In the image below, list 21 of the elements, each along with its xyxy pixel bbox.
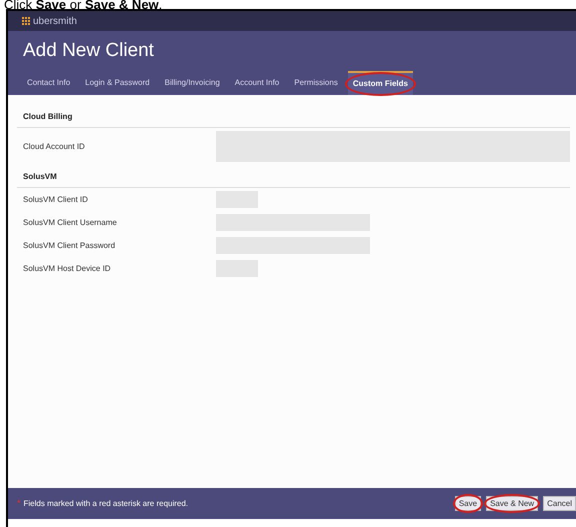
tab[interactable]: Login & Password (80, 71, 155, 95)
footer-button[interactable]: Cancel (543, 496, 576, 511)
tab[interactable]: Contact Info (22, 71, 76, 95)
logo-icon (22, 17, 30, 25)
tab[interactable]: Account Info (230, 71, 284, 95)
field-label: SolusVM Client Username (22, 216, 118, 228)
required-note: Fields marked with a red asterisk are required. (24, 498, 190, 510)
page-title: Add New Client (22, 38, 155, 63)
footer-button[interactable]: Save & New (486, 496, 538, 511)
field-label: SolusVM Client Password (22, 240, 116, 252)
section-heading: SolusVM (17, 171, 570, 188)
field-label: SolusVM Client ID (22, 194, 89, 206)
tab[interactable]: Custom Fields (348, 71, 413, 95)
tab[interactable]: Permissions (289, 71, 343, 95)
field-label: Cloud Account ID (22, 140, 86, 152)
section-heading: Cloud Billing (17, 111, 570, 128)
tab[interactable]: Billing/Invoicing (160, 71, 225, 95)
field-label: SolusVM Host Device ID (22, 262, 112, 274)
brand-name: ubersmith (33, 14, 77, 28)
footer-button[interactable]: Save (454, 496, 482, 511)
asterisk-mark: * (17, 496, 21, 510)
